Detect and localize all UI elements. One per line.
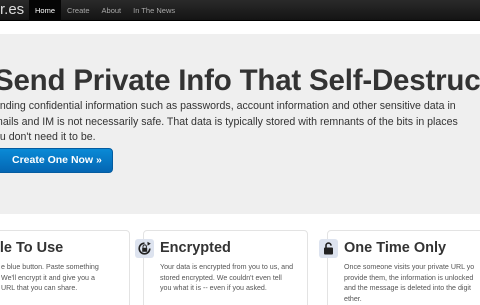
nav-item-about[interactable]: About xyxy=(96,0,128,21)
feature-title: Encrypted xyxy=(160,240,231,256)
feature-line: you what it is -- even if you asked. xyxy=(160,284,267,293)
feature-description: Your data is encrypted from you to us, a… xyxy=(160,262,293,294)
nav-item-in-the-news[interactable]: In The News xyxy=(127,0,181,21)
nav-menu: Home Create About In The News xyxy=(29,0,181,21)
brand-logo[interactable]: r.es xyxy=(0,1,24,18)
feature-card-one-time: One Time Only Once someone visits your p… xyxy=(319,230,480,305)
page: r.es Home Create About In The News Send … xyxy=(0,0,480,305)
top-navbar: r.es Home Create About In The News xyxy=(0,0,480,21)
feature-card-encrypted: Encrypted Your data is encrypted from yo… xyxy=(135,230,308,305)
feature-line: e blue button. Paste something xyxy=(1,263,99,271)
hero-description-line: ending confidential information such as … xyxy=(0,100,456,112)
feature-line: provide them, the information is unlocke… xyxy=(344,273,474,282)
refresh-lock-icon xyxy=(135,239,154,258)
feature-line: URL that you can share. xyxy=(1,284,78,293)
feature-description: Once someone visits your private URL yo … xyxy=(344,262,474,305)
feature-description: e blue button. Paste something We'll enc… xyxy=(1,262,99,294)
nav-item-create[interactable]: Create xyxy=(61,0,96,21)
feature-line: stored encrypted. We couldn't even tell xyxy=(160,273,282,282)
hero-description-line: mails and IM is not necessarily safe. Th… xyxy=(0,115,458,128)
feature-title: ple To Use xyxy=(0,240,64,256)
feature-line: Once someone visits your private URL yo xyxy=(344,263,475,271)
hero-title: Send Private Info That Self-Destructs xyxy=(0,64,480,97)
hero-description-line: ou don't need it to be. xyxy=(0,131,96,143)
feature-line: ether. xyxy=(344,295,362,304)
feature-line: and the message is deleted into the digi… xyxy=(344,284,471,293)
feature-card-simple: ple To Use e blue button. Paste somethin… xyxy=(0,230,130,305)
feature-line: Your data is encrypted from you to us, a… xyxy=(160,263,294,271)
hero-description: ending confidential information such as … xyxy=(0,99,464,146)
create-one-now-button[interactable]: Create One Now » xyxy=(0,148,113,173)
feature-title: One Time Only xyxy=(344,240,447,256)
feature-line: We'll encrypt it and give you a xyxy=(1,273,95,282)
lock-icon xyxy=(319,239,338,258)
nav-item-home[interactable]: Home xyxy=(29,0,62,21)
